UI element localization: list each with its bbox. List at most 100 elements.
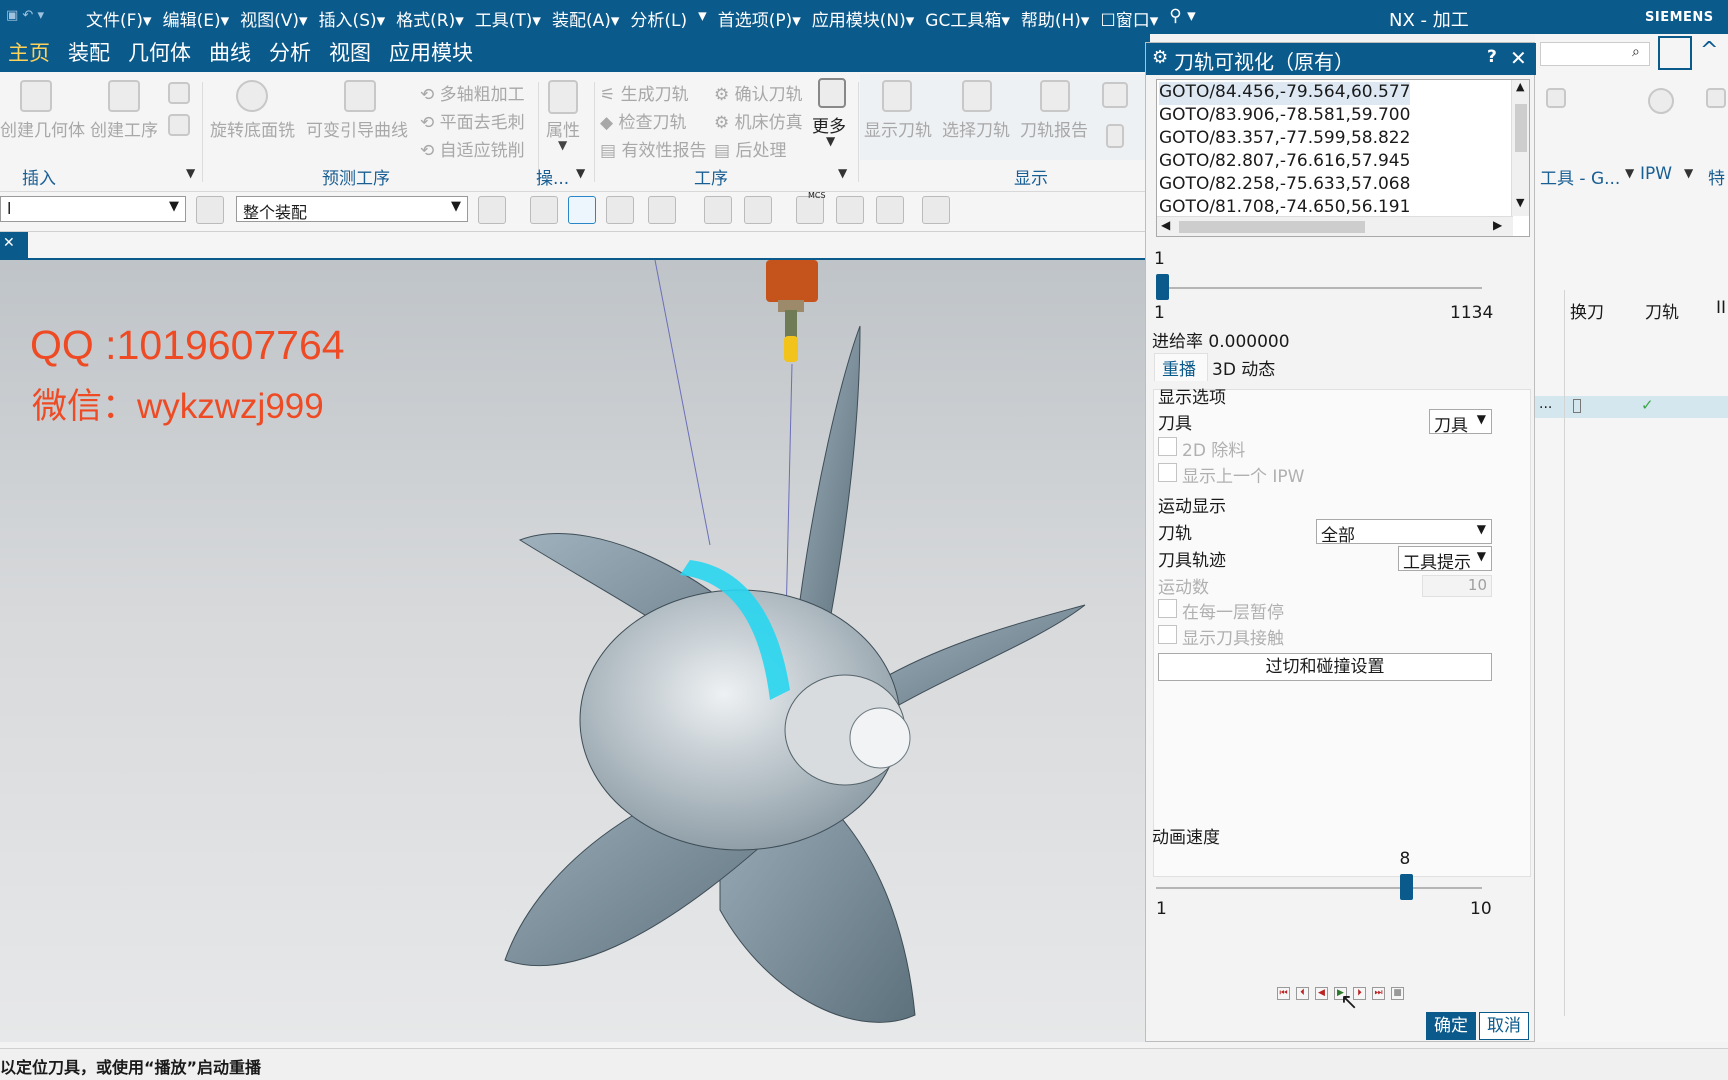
filter-icon[interactable] — [196, 196, 224, 224]
speed-slider-thumb[interactable] — [1399, 874, 1413, 900]
chevron-right-icon[interactable]: ▶ — [1493, 218, 1502, 232]
tool-trace-select[interactable]: 工具提示 ▼ — [1398, 546, 1492, 573]
show-tool-contact-checkbox[interactable] — [1158, 625, 1177, 644]
menu-edit[interactable]: 编辑(E)▾ — [163, 6, 230, 31]
graphics-viewport[interactable]: QQ :1019607764 微信：wykzwzj999 — [0, 260, 1145, 1042]
menu-tools[interactable]: 工具(T)▾ — [475, 6, 541, 31]
ipw-icon[interactable] — [1648, 88, 1674, 114]
box-snap-icon[interactable] — [606, 196, 634, 224]
gouge-collision-settings-button[interactable]: 过切和碰撞设置 — [1158, 653, 1492, 681]
menu-window[interactable]: ☐窗口▾ — [1100, 6, 1158, 31]
menu-format[interactable]: 格式(R)▾ — [396, 6, 464, 31]
chevron-down-icon[interactable]: ▼ — [838, 166, 847, 180]
column-tool-change[interactable]: 换刀 — [1570, 298, 1604, 323]
create-geometry-button[interactable]: 创建几何体 — [0, 116, 85, 141]
chevron-down-icon[interactable]: ▼ — [1516, 196, 1524, 209]
position-slider-track[interactable] — [1156, 287, 1482, 289]
chevron-down-icon[interactable]: ▼ — [826, 134, 835, 148]
chevron-left-icon[interactable]: ◀ — [1161, 218, 1170, 232]
generate-toolpath-button[interactable]: ⚟ 生成刀轨 — [600, 80, 689, 105]
menu-view[interactable]: 视图(V)▾ — [240, 6, 307, 31]
tab-home[interactable]: 主页 — [8, 34, 50, 72]
cancel-button[interactable]: 取消 — [1479, 1012, 1529, 1040]
show-prev-ipw-checkbox[interactable] — [1158, 463, 1177, 482]
show-axis-icon[interactable] — [836, 196, 864, 224]
check-toolpath-button[interactable]: ◆ 检查刀轨 — [600, 108, 686, 133]
small-tool-icon[interactable] — [168, 82, 190, 104]
ribbon-icon[interactable] — [1546, 88, 1566, 108]
list-item[interactable]: GOTO/82.807,-76.616,57.945 — [1159, 151, 1410, 174]
close-icon[interactable]: ✕ — [1510, 46, 1527, 70]
horizontal-scrollbar[interactable]: ◀ ▶ — [1157, 216, 1513, 236]
collapse-ribbon-icon[interactable]: ^ — [1700, 38, 1718, 63]
menu-analysis[interactable]: 分析(L) — [630, 6, 687, 31]
ok-button[interactable]: 确定 — [1426, 1012, 1476, 1040]
tab-geometry[interactable]: 几何体 — [128, 34, 191, 72]
display-option-icon[interactable] — [1106, 124, 1124, 148]
tool-select[interactable]: 刀具 ▼ — [1429, 409, 1492, 436]
hide-icon[interactable] — [876, 196, 904, 224]
dialog-title-bar[interactable]: ⚙ 刀轨可视化（原有） ? ✕ — [1146, 43, 1536, 75]
tab-assembly[interactable]: 装配 — [68, 34, 110, 72]
menu-help[interactable]: 帮助(H)▾ — [1021, 6, 1090, 31]
menu-preferences[interactable]: 首选项(P)▾ — [718, 6, 801, 31]
close-icon[interactable]: ✕ — [3, 235, 15, 251]
list-item[interactable]: GOTO/83.906,-78.581,59.700 — [1159, 105, 1410, 128]
menu-touch[interactable]: ⚲ ▾ — [1169, 6, 1195, 31]
remove-2d-checkbox[interactable] — [1158, 437, 1177, 456]
tab-curve[interactable]: 曲线 — [209, 34, 251, 72]
gear-icon[interactable]: ⚙ — [1152, 47, 1168, 68]
menu-assembly[interactable]: 装配(A)▾ — [552, 6, 619, 31]
toolpath-select[interactable]: 全部 ▼ — [1316, 519, 1492, 546]
fast-forward-end-button[interactable]: ⏭ — [1372, 987, 1385, 1000]
play-backward-button[interactable]: ◀ — [1315, 987, 1328, 1000]
small-tool-icon[interactable] — [168, 114, 190, 136]
type-filter-select[interactable]: l ▼ — [0, 196, 186, 222]
goto-list[interactable]: GOTO/84.456,-79.564,60.577 GOTO/83.906,-… — [1156, 79, 1530, 237]
chevron-down-icon[interactable]: ▼ — [576, 166, 585, 180]
tab-analysis[interactable]: 分析 — [269, 34, 311, 72]
plane-deburr-button[interactable]: ⟲ 平面去毛刺 — [420, 108, 525, 133]
multi-axis-rough-button[interactable]: ⟲ 多轴粗加工 — [420, 80, 525, 105]
search-icon[interactable]: ⌕ — [1632, 44, 1640, 60]
filter-options-icon[interactable] — [478, 196, 506, 224]
scrollbar-thumb[interactable] — [1515, 104, 1527, 152]
position-slider-thumb[interactable] — [1156, 274, 1169, 300]
create-operation-button[interactable]: 创建工序 — [90, 116, 158, 141]
menu-insert[interactable]: 插入(S)▾ — [319, 6, 386, 31]
chevron-down-icon[interactable]: ▼ — [1625, 166, 1634, 180]
wireframe-view-icon[interactable] — [744, 196, 772, 224]
column-toolpath[interactable]: 刀轨 — [1645, 298, 1679, 323]
menu-more[interactable]: ▾ — [698, 6, 707, 31]
snap-point-icon[interactable] — [530, 196, 558, 224]
rewind-start-button[interactable]: ⏮ — [1277, 987, 1290, 1000]
list-item[interactable]: GOTO/82.258,-75.633,57.068 — [1159, 174, 1410, 197]
machine-sim-button[interactable]: ⚙ 机床仿真 — [714, 108, 803, 133]
display-option-icon[interactable] — [1102, 82, 1128, 108]
adaptive-mill-button[interactable]: ⟲ 自适应铣削 — [420, 136, 525, 161]
variable-guide-curve-button[interactable]: 可变引导曲线 — [306, 116, 408, 141]
show-toolpath-button[interactable]: 显示刀轨 — [864, 116, 932, 141]
solid-view-icon[interactable] — [704, 196, 732, 224]
list-item[interactable]: GOTO/84.456,-79.564,60.577 — [1159, 82, 1411, 105]
chevron-down-icon[interactable]: ▼ — [186, 166, 195, 180]
select-toolpath-button[interactable]: 选择刀轨 — [942, 116, 1010, 141]
quick-access-icons[interactable]: ▣ ↶ ▾ — [6, 8, 44, 23]
vertical-scrollbar[interactable]: ▲ ▼ — [1511, 80, 1529, 216]
rotate-floor-mill-button[interactable]: 旋转底面铣 — [210, 116, 295, 141]
postprocess-button[interactable]: ▤ 后处理 — [714, 136, 786, 161]
tab-3d-dynamic[interactable]: 3D 动态 — [1212, 355, 1275, 380]
verify-toolpath-button[interactable]: ⚙ 确认刀轨 — [714, 80, 803, 105]
stop-button[interactable]: ■ — [1391, 987, 1404, 1000]
chevron-up-icon[interactable]: ▲ — [1516, 80, 1524, 93]
fullscreen-icon[interactable] — [1658, 36, 1692, 70]
ruler-icon[interactable] — [922, 196, 950, 224]
list-item[interactable]: GOTO/83.357,-77.599,58.822 — [1159, 128, 1410, 151]
menu-file[interactable]: 文件(F)▾ — [86, 6, 152, 31]
tab-view[interactable]: 视图 — [329, 34, 371, 72]
tab-replay[interactable]: 重播 — [1162, 355, 1196, 380]
toolpath-report-button[interactable]: 刀轨报告 — [1020, 116, 1088, 141]
speed-slider-track[interactable] — [1156, 887, 1482, 889]
hexagon-icon[interactable] — [568, 196, 596, 224]
point-snap-icon[interactable] — [648, 196, 676, 224]
